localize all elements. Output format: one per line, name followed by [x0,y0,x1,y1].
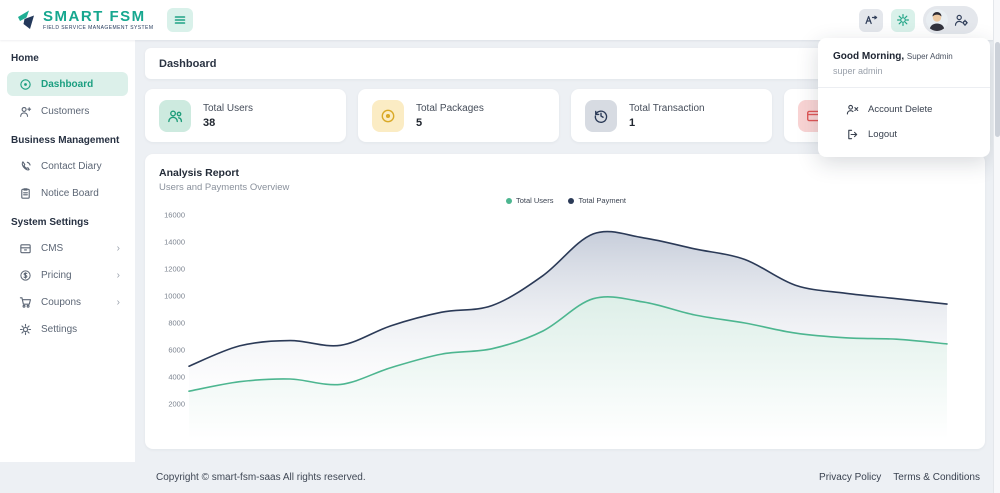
brand-tagline: FIELD SERVICE MANAGEMENT SYSTEM [43,25,153,31]
svg-text:6000: 6000 [168,346,185,355]
svg-text:16000: 16000 [164,211,185,220]
privacy-policy-link[interactable]: Privacy Policy [819,472,881,483]
coin-icon [372,100,404,132]
greeting-text: Good Morning, [833,51,904,62]
avatar [926,9,948,31]
terms-link[interactable]: Terms & Conditions [893,472,980,483]
svg-text:12000: 12000 [164,265,185,274]
chevron-right-icon: › [117,243,120,254]
sidebar-section-system: System Settings [0,208,135,233]
copyright-text: Copyright © smart-fsm-saas All rights re… [156,472,366,483]
chart-title: Analysis Report [159,167,973,179]
sidebar-item-notice-board[interactable]: Notice Board [7,181,128,205]
legend-dot [506,198,512,204]
chart-subtitle: Users and Payments Overview [159,182,973,193]
scrollbar[interactable] [993,0,1000,493]
analysis-report-card: Analysis Report Users and Payments Overv… [145,154,985,449]
scrollbar-thumb[interactable] [995,42,1000,137]
sidebar-toggle-button[interactable] [167,8,193,32]
chevron-right-icon: › [117,270,120,281]
history-icon [585,100,617,132]
chevron-right-icon: › [117,297,120,308]
brand-logo[interactable]: SMART FSM FIELD SERVICE MANAGEMENT SYSTE… [0,8,153,32]
sidebar-item-cms[interactable]: CMS › [7,236,128,260]
sidebar-section-home: Home [0,44,135,69]
phone-contact-icon [19,160,32,173]
account-delete-item[interactable]: Account Delete [818,97,990,122]
sidebar-item-pricing[interactable]: Pricing › [7,263,128,287]
brand-logo-icon [14,8,38,32]
chart-legend: Total Users Total Payment [159,196,973,205]
sidebar-item-contact-diary[interactable]: Contact Diary [7,154,128,178]
analysis-chart-svg: 16000 14000 12000 10000 8000 6000 4000 2000 [159,207,971,445]
users-icon [159,100,191,132]
svg-text:2000: 2000 [168,400,185,409]
logout-icon [846,128,859,141]
username: super admin [818,62,990,76]
gear-icon [896,13,910,27]
user-dropdown: Good Morning, Super Admin super admin Ac… [818,38,990,157]
user-role: Super Admin [907,52,953,61]
sidebar-item-coupons[interactable]: Coupons › [7,290,128,314]
stat-card-total-packages: Total Packages 5 [358,89,559,142]
archive-box-icon [19,242,32,255]
settings-button[interactable] [891,9,915,32]
sidebar: Home Dashboard Customers Business Manage… [0,40,135,462]
user-x-icon [846,103,859,116]
topbar: SMART FSM FIELD SERVICE MANAGEMENT SYSTE… [0,0,1000,40]
y-axis-labels: 16000 14000 12000 10000 8000 6000 4000 2000 [164,211,185,409]
cart-icon [19,296,32,309]
hamburger-icon [174,14,186,26]
legend-item-total-payment[interactable]: Total Payment [568,196,626,205]
footer: Copyright © smart-fsm-saas All rights re… [0,462,1000,493]
sidebar-item-customers[interactable]: Customers [7,99,128,123]
translate-icon [864,13,878,27]
user-menu-button[interactable] [923,6,978,34]
sidebar-item-dashboard[interactable]: Dashboard [7,72,128,96]
svg-text:10000: 10000 [164,292,185,301]
legend-dot [568,198,574,204]
stat-card-total-users: Total Users 38 [145,89,346,142]
user-cog-icon [954,13,969,27]
brand-title: SMART FSM [43,9,153,24]
stat-card-total-transaction: Total Transaction 1 [571,89,772,142]
clipboard-icon [19,187,32,200]
sidebar-section-business: Business Management [0,126,135,151]
svg-text:14000: 14000 [164,238,185,247]
gear-icon [19,323,32,336]
sidebar-item-settings[interactable]: Settings [7,317,128,341]
dropdown-divider [818,87,990,88]
svg-text:4000: 4000 [168,373,185,382]
logout-item[interactable]: Logout [818,122,990,147]
svg-text:8000: 8000 [168,319,185,328]
dashboard-icon [19,78,32,91]
user-plus-icon [19,105,32,118]
legend-item-total-users[interactable]: Total Users [506,196,554,205]
dollar-circle-icon [19,269,32,282]
language-button[interactable] [859,9,883,32]
